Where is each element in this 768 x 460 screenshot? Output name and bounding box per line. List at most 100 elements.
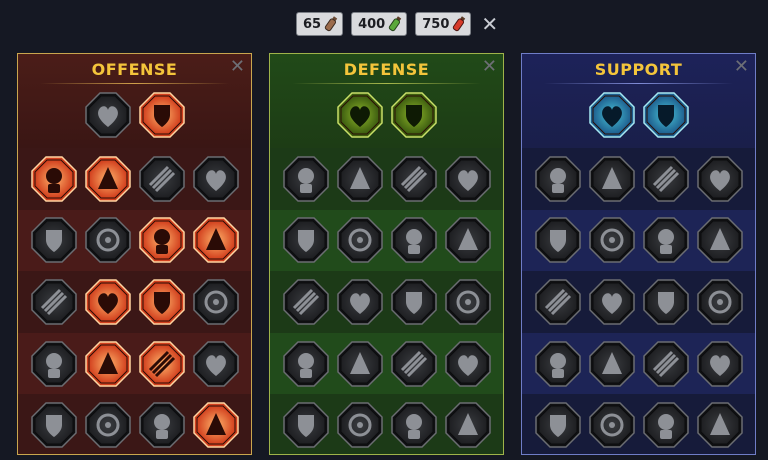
axe-icon <box>138 279 185 325</box>
knight-helm-icon[interactable] <box>84 401 132 449</box>
dagger-heart-icon[interactable] <box>30 278 78 326</box>
demon-head-icon <box>30 156 77 202</box>
warrior-stance-icon <box>282 402 329 448</box>
twin-figures-icon[interactable] <box>696 216 744 264</box>
fire-fist-icon[interactable] <box>282 278 330 326</box>
flame-skull-icon[interactable] <box>642 155 690 203</box>
crossed-swords-icon[interactable] <box>84 91 132 139</box>
spikes-icon[interactable] <box>336 340 384 388</box>
support-panel: SUPPORT ✕ <box>521 53 756 455</box>
hooded-heads-icon[interactable] <box>642 401 690 449</box>
swift-boot-icon <box>588 340 635 387</box>
muscle-figure-icon[interactable] <box>390 155 438 203</box>
lightning-shield-icon[interactable] <box>588 216 636 264</box>
bow-figure-icon[interactable] <box>282 216 330 264</box>
guarded-head-icon[interactable] <box>444 216 492 264</box>
leaping-figure-icon <box>696 340 743 387</box>
pierced-heart-icon[interactable] <box>192 155 240 203</box>
blade-rain-icon[interactable] <box>84 155 132 203</box>
leaping-figure-icon[interactable] <box>696 340 744 388</box>
bearded-head-icon[interactable] <box>390 401 438 449</box>
comet-icon[interactable] <box>588 278 636 326</box>
crest-shield-icon[interactable] <box>336 401 384 449</box>
defense-close-button[interactable]: ✕ <box>482 58 497 76</box>
compass-star-icon[interactable] <box>534 340 582 388</box>
bow-figure-icon <box>282 217 329 264</box>
axe-icon[interactable] <box>138 278 186 326</box>
fanged-mouth-icon[interactable] <box>84 216 132 264</box>
armor-plates-icon[interactable] <box>336 91 384 139</box>
eagle-icon[interactable] <box>696 401 744 449</box>
open-palm-icon[interactable] <box>390 278 438 326</box>
skull-icon[interactable] <box>588 401 636 449</box>
dash-runner-icon[interactable] <box>282 340 330 388</box>
speed-hand-icon <box>696 156 743 202</box>
chained-bolt-icon[interactable] <box>192 278 240 326</box>
chain-heart-icon[interactable] <box>534 278 582 326</box>
claw-slash-icon[interactable] <box>138 91 186 139</box>
shield-heart-icon[interactable] <box>390 216 438 264</box>
power-fist-icon[interactable] <box>84 278 132 326</box>
flexing-figure-icon[interactable] <box>444 401 492 449</box>
warrior-stance-icon[interactable] <box>282 401 330 449</box>
support-close-button[interactable]: ✕ <box>734 58 749 76</box>
offense-close-button[interactable]: ✕ <box>230 58 245 76</box>
brute-figure-icon[interactable] <box>192 340 240 388</box>
praying-hands-icon[interactable] <box>534 155 582 203</box>
fist-strike-icon <box>30 217 77 264</box>
hourglass-icon[interactable] <box>336 278 384 326</box>
skill-row <box>270 271 503 333</box>
wind-rings-icon <box>642 92 689 138</box>
green-vial-icon <box>389 16 402 32</box>
deflect-arc-icon[interactable] <box>444 340 492 388</box>
support-featured-skills <box>522 91 755 139</box>
raised-fist-icon <box>390 92 437 138</box>
brute-figure-icon <box>192 340 239 387</box>
fist-strike-icon[interactable] <box>30 216 78 264</box>
all-seeing-eye-icon[interactable] <box>642 340 690 388</box>
radiant-skull-icon[interactable] <box>390 340 438 388</box>
power-fist-icon <box>84 279 131 325</box>
sword-spark-icon[interactable] <box>30 401 78 449</box>
potion-icon <box>534 402 581 448</box>
skull-slash-icon[interactable] <box>138 216 186 264</box>
demon-head-icon[interactable] <box>30 155 78 203</box>
claw-burst-icon[interactable] <box>30 340 78 388</box>
spartan-skull-icon[interactable] <box>192 401 240 449</box>
sparkle-figure-icon[interactable] <box>534 216 582 264</box>
layered-shield-icon[interactable] <box>588 155 636 203</box>
shuriken-icon[interactable] <box>138 155 186 203</box>
heart-shard-icon[interactable] <box>336 155 384 203</box>
raised-fist-icon[interactable] <box>390 91 438 139</box>
offense-title: OFFENSE <box>91 60 178 79</box>
arm-strike-icon <box>192 217 239 264</box>
potion-icon[interactable] <box>534 401 582 449</box>
chevron-shield-icon[interactable] <box>282 155 330 203</box>
bull-head-icon <box>444 279 491 325</box>
comet-icon <box>588 279 635 325</box>
crossed-blades-icon[interactable] <box>444 155 492 203</box>
title-divider <box>292 83 481 84</box>
support-title: SUPPORT <box>594 60 683 79</box>
wind-rings-icon[interactable] <box>642 91 690 139</box>
skill-row <box>270 332 503 395</box>
arm-strike-icon[interactable] <box>192 216 240 264</box>
bull-head-icon[interactable] <box>444 278 492 326</box>
heart-sparkle-icon[interactable] <box>588 91 636 139</box>
dash-runner-icon <box>282 340 329 387</box>
wave-icon[interactable] <box>642 216 690 264</box>
knight-shield-icon[interactable] <box>336 216 384 264</box>
defense-skill-grid <box>270 148 503 454</box>
arrow-dagger-icon[interactable] <box>138 340 186 388</box>
swift-boot-icon[interactable] <box>588 340 636 388</box>
toxic-skull-icon[interactable] <box>84 340 132 388</box>
open-book-icon[interactable] <box>642 278 690 326</box>
sunburst-icon[interactable] <box>696 278 744 326</box>
heart-sparkle-icon <box>588 92 635 138</box>
close-button[interactable]: ✕ <box>481 14 498 34</box>
skill-row <box>522 271 755 333</box>
support-skill-grid <box>522 148 755 454</box>
speed-hand-icon[interactable] <box>696 155 744 203</box>
demon-figure-icon[interactable] <box>138 401 186 449</box>
skill-row <box>18 148 251 210</box>
